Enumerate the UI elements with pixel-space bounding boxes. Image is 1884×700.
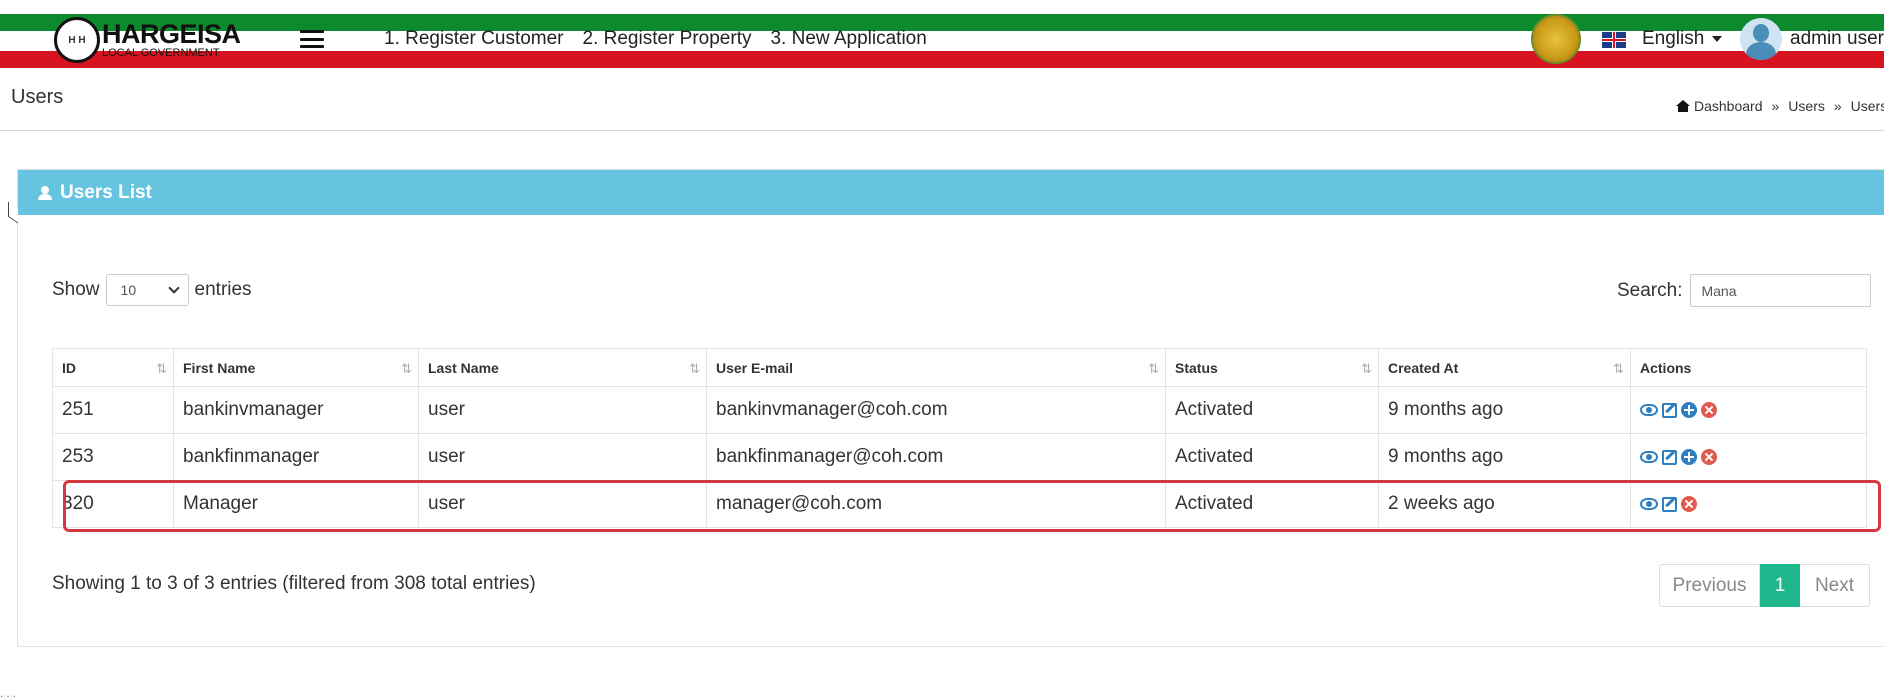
column-header-email[interactable]: User E-mail ⇅ (706, 348, 1166, 387)
edit-icon[interactable] (1662, 449, 1677, 465)
column-header-status[interactable]: Status ⇅ (1165, 348, 1379, 387)
cell-status: Activated (1165, 480, 1379, 528)
column-header-actions: Actions (1630, 348, 1867, 387)
cell-actions (1630, 386, 1867, 434)
main-nav: 1. Register Customer 2. Register Propert… (384, 28, 946, 50)
cell-status: Activated (1165, 433, 1379, 481)
sort-asc-icon: ⇅ (156, 361, 167, 376)
avatar[interactable] (1740, 18, 1782, 60)
breadcrumb-dashboard[interactable]: Dashboard (1694, 98, 1763, 114)
entries-select-value: 10 (120, 282, 137, 298)
cell-id: 320 (52, 480, 174, 528)
cell-actions (1630, 433, 1867, 481)
table-row: 320 Manager user manager@coh.com Activat… (52, 480, 1867, 528)
table-row: 253 bankfinmanager user bankfinmanager@c… (52, 433, 1867, 481)
cell-created-at: 9 months ago (1378, 433, 1631, 481)
breadcrumb-separator: » (1833, 98, 1842, 114)
search-input[interactable] (1690, 274, 1872, 307)
entries-select[interactable]: 10 (105, 274, 189, 306)
ellipsis-icon: ... (0, 686, 20, 700)
view-icon[interactable] (1640, 498, 1658, 510)
sort-icon: ⇅ (689, 361, 700, 376)
pagination: Previous 1 Next (1659, 564, 1870, 607)
menu-toggle-icon[interactable] (300, 30, 324, 48)
delete-icon[interactable] (1701, 402, 1717, 418)
delete-icon[interactable] (1681, 496, 1697, 512)
column-header-created-at[interactable]: Created At ⇅ (1378, 348, 1631, 387)
column-header-first-name[interactable]: First Name ⇅ (173, 348, 419, 387)
table-row: 251 bankinvmanager user bankinvmanager@c… (52, 386, 1867, 434)
column-header-last-name[interactable]: Last Name ⇅ (418, 348, 707, 387)
pagination-page-1[interactable]: 1 (1760, 564, 1800, 607)
cell-last-name: user (418, 386, 707, 434)
language-dropdown[interactable]: English (1642, 28, 1723, 50)
breadcrumb-users-list: Users l (1850, 98, 1884, 114)
sort-icon: ⇅ (401, 361, 412, 376)
view-icon[interactable] (1640, 451, 1658, 463)
cell-created-at: 2 weeks ago (1378, 480, 1631, 528)
cell-email: bankfinmanager@coh.com (706, 433, 1166, 481)
cell-first-name: Manager (173, 480, 419, 528)
cell-actions (1630, 480, 1867, 528)
show-entries: Show 10 entries (52, 274, 252, 306)
delete-icon[interactable] (1701, 449, 1717, 465)
flag-stripe-red (0, 51, 1884, 68)
header-divider (0, 130, 1884, 131)
user-menu[interactable]: admin user (1790, 28, 1884, 50)
pagination-next-button[interactable]: Next (1800, 564, 1870, 607)
logo-emblem-icon: H H (54, 17, 100, 63)
cell-last-name: user (418, 433, 707, 481)
view-icon[interactable] (1640, 404, 1658, 416)
users-list-box: Users List Show 10 entries Search: ID⇅ F… (17, 169, 1884, 647)
caret-down-icon (1712, 36, 1723, 42)
users-table: ID ⇅ First Name ⇅ Last Name ⇅ User E-mail ⇅ … (52, 348, 1867, 528)
edit-icon[interactable] (1662, 402, 1677, 418)
logo[interactable]: H H HARGEISA LOCAL GOVERNMENT (54, 16, 241, 64)
cell-status: Activated (1165, 386, 1379, 434)
language-label: English (1642, 28, 1705, 49)
box-header: Users List (18, 170, 1884, 215)
cell-email: manager@coh.com (706, 480, 1166, 528)
breadcrumb: Dashboard » Users » Users l (1676, 98, 1884, 114)
cell-email: bankinvmanager@coh.com (706, 386, 1166, 434)
breadcrumb-users[interactable]: Users (1788, 98, 1825, 114)
table-info: Showing 1 to 3 of 3 entries (filtered fr… (52, 573, 536, 594)
search-area: Search: (1617, 274, 1872, 307)
sort-icon: ⇅ (1148, 361, 1159, 376)
logo-subtext: LOCAL GOVERNMENT (102, 47, 220, 59)
cell-last-name: user (418, 480, 707, 528)
nav-new-application[interactable]: 3. New Application (770, 28, 926, 50)
edit-icon[interactable] (1662, 496, 1677, 512)
page-title: Users (11, 86, 64, 108)
cell-id: 251 (52, 386, 174, 434)
chevron-down-icon (167, 282, 180, 294)
cell-created-at: 9 months ago (1378, 386, 1631, 434)
breadcrumb-separator: » (1771, 98, 1780, 114)
table-header-row: ID ⇅ First Name ⇅ Last Name ⇅ User E-mail ⇅ … (52, 348, 1867, 387)
cell-first-name: bankinvmanager (173, 386, 419, 434)
pagination-previous-button[interactable]: Previous (1659, 564, 1760, 607)
top-navbar: H H HARGEISA LOCAL GOVERNMENT 1. Registe… (0, 0, 1884, 68)
home-icon (1676, 100, 1690, 112)
column-header-id[interactable]: ID ⇅ (52, 348, 174, 387)
logo-text: HARGEISA (102, 19, 241, 49)
cell-first-name: bankfinmanager (173, 433, 419, 481)
nav-register-property[interactable]: 2. Register Property (583, 28, 752, 50)
box-title: Users List (60, 181, 152, 203)
sort-icon: ⇅ (1361, 361, 1372, 376)
add-icon[interactable] (1681, 449, 1697, 465)
uk-flag-icon (1602, 32, 1626, 48)
show-label: Show (52, 279, 100, 300)
cell-id: 253 (52, 433, 174, 481)
search-label: Search: (1617, 279, 1683, 301)
user-icon (38, 185, 52, 200)
nav-register-customer[interactable]: 1. Register Customer (384, 28, 564, 50)
add-icon[interactable] (1681, 402, 1697, 418)
sort-icon: ⇅ (1613, 361, 1624, 376)
entries-label: entries (194, 279, 252, 300)
government-emblem-icon (1531, 14, 1581, 64)
